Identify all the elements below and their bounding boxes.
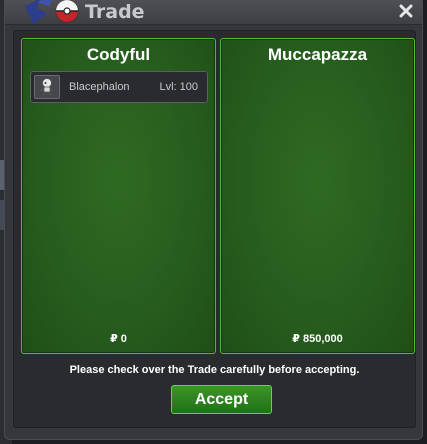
item-level: Lvl: 100 (159, 81, 198, 93)
close-button[interactable] (396, 1, 416, 21)
trade-content: Codyful Blacephalon Lvl: 100 ₽ 0 Muccapa… (13, 30, 416, 428)
pokeball-logo-icon (25, 0, 79, 24)
blacephalon-sprite-icon (34, 75, 60, 99)
trade-item[interactable]: Blacephalon Lvl: 100 (30, 71, 208, 103)
money-amount-right: ₽ 850,000 (292, 333, 343, 345)
player-name-left: Codyful (86, 45, 151, 64)
offer-panel-right: Muccapazza ₽ 850,000 (220, 38, 415, 354)
accept-button[interactable]: Accept (171, 385, 272, 414)
close-icon (399, 4, 413, 18)
pokemon-sprite (39, 78, 55, 97)
notice-text: Please check over the Trade carefully be… (69, 364, 360, 376)
item-name: Blacephalon (69, 81, 130, 93)
title-bar[interactable]: Trade (5, 0, 422, 25)
trade-window: Trade Codyful Blacephalon Lvl: 100 ₽ 0 M… (4, 0, 423, 440)
player-name-right: Muccapazza (267, 45, 368, 64)
offer-panel-left: Codyful Blacephalon Lvl: 100 ₽ 0 (21, 38, 216, 354)
window-title: Trade (85, 1, 145, 23)
money-amount-left: ₽ 0 (110, 333, 127, 345)
